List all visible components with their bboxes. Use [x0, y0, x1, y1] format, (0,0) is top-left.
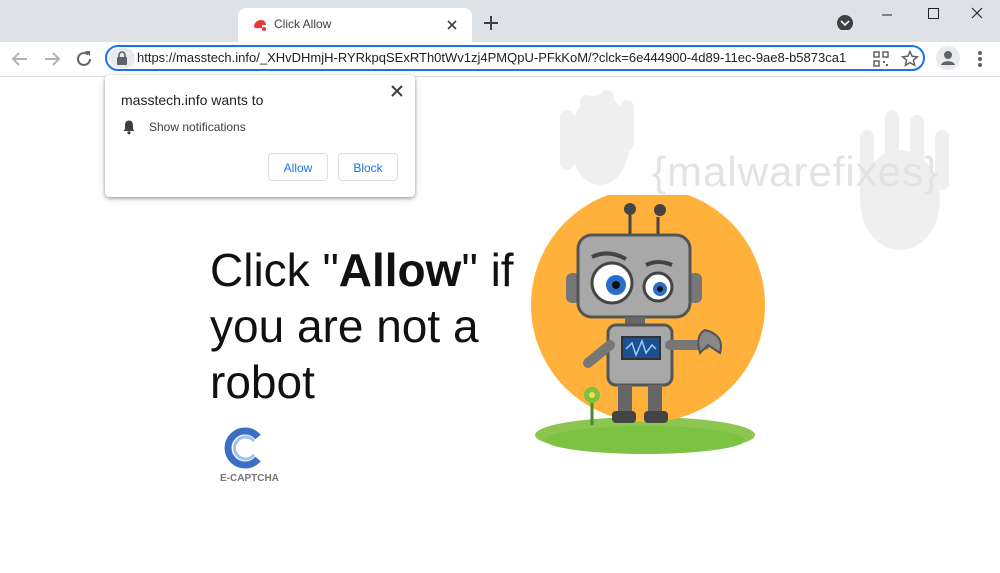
- captcha-label: E-CAPTCHA: [220, 473, 279, 484]
- qr-code-icon[interactable]: [871, 49, 891, 69]
- bookmark-star-icon[interactable]: [900, 49, 920, 69]
- new-tab-icon[interactable]: [480, 12, 502, 34]
- bell-icon: [123, 120, 135, 135]
- tab-search-icon[interactable]: [822, 0, 868, 30]
- headline-allow: Allow: [338, 244, 462, 296]
- person-icon: [941, 51, 955, 65]
- headline: Click "Allow" if you are not a robot: [210, 242, 530, 410]
- headline-pre: Click ": [210, 244, 339, 296]
- notification-permission-popup: masstech.info wants to Show notification…: [105, 75, 415, 197]
- favicon-icon: [254, 20, 266, 31]
- profile-avatar[interactable]: [936, 46, 960, 70]
- close-window-icon[interactable]: [954, 0, 1000, 30]
- back-icon[interactable]: [8, 47, 32, 71]
- url-text[interactable]: https://masstech.info/_XHvDHmjH-RYRkpqSE…: [137, 50, 865, 65]
- robot-illustration: [531, 195, 765, 454]
- tab-close-icon[interactable]: [442, 15, 462, 35]
- site-info-button[interactable]: [109, 48, 135, 68]
- menu-dots-icon[interactable]: [970, 47, 990, 71]
- reload-icon[interactable]: [72, 47, 96, 71]
- popup-close-icon[interactable]: [387, 81, 407, 101]
- tab-strip: Click Allow: [0, 0, 1000, 42]
- forward-icon[interactable]: [40, 47, 64, 71]
- maximize-icon[interactable]: [910, 0, 956, 30]
- watermark-text: {malwarefixes}: [652, 148, 940, 195]
- captcha-logo-icon: [224, 427, 261, 469]
- allow-button[interactable]: Allow: [268, 153, 328, 181]
- address-bar[interactable]: https://masstech.info/_XHvDHmjH-RYRkpqSE…: [105, 45, 925, 71]
- toolbar: https://masstech.info/_XHvDHmjH-RYRkpqSE…: [0, 42, 1000, 77]
- lock-icon: [117, 51, 127, 65]
- tab-click-allow[interactable]: Click Allow: [238, 8, 472, 42]
- tab-title: Click Allow: [274, 17, 332, 31]
- permission-text: Show notifications: [149, 120, 246, 134]
- popup-title: masstech.info wants to: [121, 92, 264, 108]
- block-button[interactable]: Block: [338, 153, 398, 181]
- minimize-icon[interactable]: [864, 0, 910, 30]
